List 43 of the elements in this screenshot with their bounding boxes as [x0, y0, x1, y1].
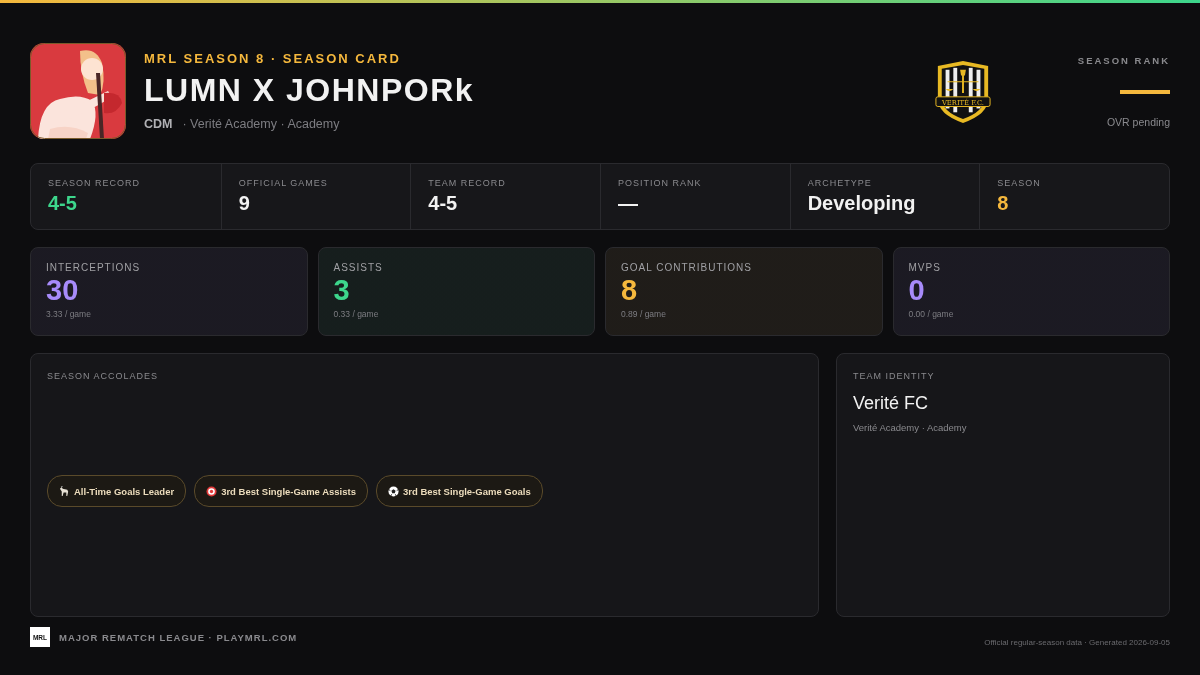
- rank-placeholder-bar: [1120, 89, 1170, 94]
- stat-label: POSITION RANK: [618, 178, 703, 188]
- panel-title: SEASON ACCOLADES: [47, 371, 160, 381]
- position-label: CDM: [144, 117, 173, 131]
- team-name: Verité FC: [853, 393, 930, 414]
- generated-note: Official regular-season data · Generated 2026-09-05: [984, 637, 1170, 647]
- accolade-label: 3rd Best Single-Game Assists: [221, 485, 356, 497]
- metric-label: MVPS: [908, 262, 942, 273]
- per-game-label: 0.00 / game: [908, 308, 955, 319]
- team-subtitle: Verité Academy · Academy: [853, 422, 968, 433]
- rank-note: OVR pending: [1106, 115, 1170, 128]
- metric-label: GOAL CONTRIBUTIONS: [621, 262, 753, 273]
- stat-label: OFFICIAL GAMES: [238, 178, 329, 188]
- stat-label: ARCHETYPE: [807, 178, 873, 188]
- rank-label: SEASON RANK: [1077, 54, 1170, 66]
- stat-label: SEASON RECORD: [48, 178, 141, 188]
- stat-value: Developing: [807, 192, 917, 215]
- stat-value: 8: [997, 192, 1010, 215]
- stat-label: TEAM RECORD: [428, 178, 507, 188]
- player-name: LUMN X JOHNPORk: [144, 72, 476, 109]
- target-icon: [206, 485, 218, 497]
- metric-value: 30: [46, 275, 80, 307]
- metric-label: INTERCEPTIONS: [46, 262, 142, 273]
- stat-label: SEASON: [997, 178, 1042, 188]
- accolade-label: All-Time Goals Leader: [74, 485, 175, 497]
- metric-label: ASSISTS: [333, 262, 384, 273]
- card-eyebrow: MRL SEASON 8 · SEASON CARD: [144, 51, 402, 66]
- stat-value: —: [618, 192, 639, 215]
- panel-title: TEAM IDENTITY: [853, 371, 936, 381]
- metric-value: 3: [333, 275, 351, 307]
- league-label: MAJOR REMATCH LEAGUE · PLAYMRL.COM: [59, 631, 298, 643]
- affiliation-label: · Verité Academy · Academy: [182, 117, 340, 131]
- stat-value: 4-5: [48, 192, 78, 215]
- stat-value: 4-5: [428, 192, 459, 215]
- metric-value: 8: [621, 275, 639, 307]
- soccer-ball-icon: [387, 485, 399, 497]
- per-game-label: 0.33 / game: [333, 308, 380, 319]
- accolade-label: 3rd Best Single-Game Goals: [402, 485, 531, 497]
- per-game-label: 0.89 / game: [621, 308, 667, 319]
- metric-value: 0: [908, 275, 926, 307]
- goat-icon: [59, 485, 70, 497]
- stat-value: 9: [238, 192, 251, 215]
- per-game-label: 3.33 / game: [46, 308, 92, 319]
